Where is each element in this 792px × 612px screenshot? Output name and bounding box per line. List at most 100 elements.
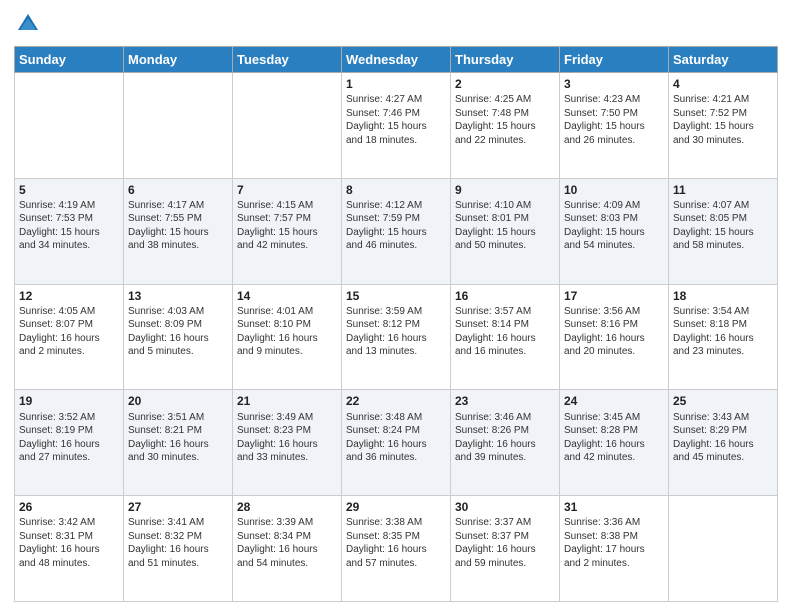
day-number: 5: [19, 182, 119, 198]
calendar-cell: 9Sunrise: 4:10 AMSunset: 8:01 PMDaylight…: [451, 178, 560, 284]
day-number: 6: [128, 182, 228, 198]
day-info: Sunset: 8:21 PM: [128, 424, 228, 438]
day-info: Daylight: 15 hours and 38 minutes.: [128, 226, 228, 253]
day-info: Daylight: 16 hours and 51 minutes.: [128, 543, 228, 570]
day-info: Daylight: 16 hours and 42 minutes.: [564, 438, 664, 465]
day-info: Sunrise: 3:48 AM: [346, 411, 446, 425]
day-info: Daylight: 16 hours and 2 minutes.: [19, 332, 119, 359]
day-info: Sunset: 7:59 PM: [346, 212, 446, 226]
calendar-cell: 23Sunrise: 3:46 AMSunset: 8:26 PMDayligh…: [451, 390, 560, 496]
day-info: Sunrise: 3:52 AM: [19, 411, 119, 425]
day-info: Daylight: 15 hours and 54 minutes.: [564, 226, 664, 253]
day-info: Daylight: 16 hours and 54 minutes.: [237, 543, 337, 570]
day-info: Daylight: 16 hours and 23 minutes.: [673, 332, 773, 359]
calendar-cell: 27Sunrise: 3:41 AMSunset: 8:32 PMDayligh…: [124, 496, 233, 602]
day-info: Daylight: 15 hours and 22 minutes.: [455, 120, 555, 147]
day-info: Sunrise: 3:59 AM: [346, 305, 446, 319]
day-info: Sunrise: 3:42 AM: [19, 516, 119, 530]
day-number: 12: [19, 288, 119, 304]
calendar-cell: 13Sunrise: 4:03 AMSunset: 8:09 PMDayligh…: [124, 284, 233, 390]
day-info: Daylight: 16 hours and 5 minutes.: [128, 332, 228, 359]
calendar-body: 1Sunrise: 4:27 AMSunset: 7:46 PMDaylight…: [15, 73, 778, 602]
day-info: Sunset: 7:48 PM: [455, 107, 555, 121]
day-number: 16: [455, 288, 555, 304]
day-info: Daylight: 16 hours and 20 minutes.: [564, 332, 664, 359]
calendar-header: SundayMondayTuesdayWednesdayThursdayFrid…: [15, 47, 778, 73]
day-info: Daylight: 16 hours and 27 minutes.: [19, 438, 119, 465]
day-number: 3: [564, 76, 664, 92]
day-info: Daylight: 15 hours and 50 minutes.: [455, 226, 555, 253]
day-info: Sunset: 8:03 PM: [564, 212, 664, 226]
day-info: Sunrise: 4:25 AM: [455, 93, 555, 107]
calendar-week-4: 26Sunrise: 3:42 AMSunset: 8:31 PMDayligh…: [15, 496, 778, 602]
calendar-cell: [124, 73, 233, 179]
day-info: Sunrise: 4:12 AM: [346, 199, 446, 213]
day-info: Daylight: 15 hours and 58 minutes.: [673, 226, 773, 253]
day-info: Sunrise: 4:05 AM: [19, 305, 119, 319]
calendar-cell: 30Sunrise: 3:37 AMSunset: 8:37 PMDayligh…: [451, 496, 560, 602]
day-info: Daylight: 16 hours and 39 minutes.: [455, 438, 555, 465]
calendar-cell: [233, 73, 342, 179]
calendar-cell: 20Sunrise: 3:51 AMSunset: 8:21 PMDayligh…: [124, 390, 233, 496]
day-info: Sunset: 8:32 PM: [128, 530, 228, 544]
day-info: Daylight: 16 hours and 36 minutes.: [346, 438, 446, 465]
day-number: 31: [564, 499, 664, 515]
page: SundayMondayTuesdayWednesdayThursdayFrid…: [0, 0, 792, 612]
day-info: Daylight: 16 hours and 45 minutes.: [673, 438, 773, 465]
day-info: Sunset: 7:57 PM: [237, 212, 337, 226]
day-number: 2: [455, 76, 555, 92]
day-info: Daylight: 17 hours and 2 minutes.: [564, 543, 664, 570]
day-info: Sunrise: 3:36 AM: [564, 516, 664, 530]
day-number: 11: [673, 182, 773, 198]
day-number: 30: [455, 499, 555, 515]
day-info: Daylight: 16 hours and 16 minutes.: [455, 332, 555, 359]
day-info: Sunset: 8:26 PM: [455, 424, 555, 438]
calendar-cell: 17Sunrise: 3:56 AMSunset: 8:16 PMDayligh…: [560, 284, 669, 390]
day-info: Sunrise: 3:46 AM: [455, 411, 555, 425]
calendar-cell: 29Sunrise: 3:38 AMSunset: 8:35 PMDayligh…: [342, 496, 451, 602]
day-info: Sunset: 8:24 PM: [346, 424, 446, 438]
day-number: 1: [346, 76, 446, 92]
calendar-cell: 25Sunrise: 3:43 AMSunset: 8:29 PMDayligh…: [669, 390, 778, 496]
weekday-header-thursday: Thursday: [451, 47, 560, 73]
weekday-row: SundayMondayTuesdayWednesdayThursdayFrid…: [15, 47, 778, 73]
day-info: Sunset: 8:01 PM: [455, 212, 555, 226]
day-info: Sunset: 8:12 PM: [346, 318, 446, 332]
day-info: Sunset: 8:23 PM: [237, 424, 337, 438]
calendar-cell: 18Sunrise: 3:54 AMSunset: 8:18 PMDayligh…: [669, 284, 778, 390]
day-info: Daylight: 16 hours and 48 minutes.: [19, 543, 119, 570]
calendar-cell: 4Sunrise: 4:21 AMSunset: 7:52 PMDaylight…: [669, 73, 778, 179]
calendar-cell: 14Sunrise: 4:01 AMSunset: 8:10 PMDayligh…: [233, 284, 342, 390]
day-info: Sunset: 8:07 PM: [19, 318, 119, 332]
day-info: Sunrise: 4:10 AM: [455, 199, 555, 213]
day-info: Sunset: 8:14 PM: [455, 318, 555, 332]
header: [14, 10, 778, 38]
day-info: Daylight: 16 hours and 57 minutes.: [346, 543, 446, 570]
day-info: Sunset: 8:35 PM: [346, 530, 446, 544]
calendar-cell: 28Sunrise: 3:39 AMSunset: 8:34 PMDayligh…: [233, 496, 342, 602]
day-number: 14: [237, 288, 337, 304]
day-info: Sunrise: 4:27 AM: [346, 93, 446, 107]
day-info: Daylight: 15 hours and 46 minutes.: [346, 226, 446, 253]
day-info: Sunrise: 4:19 AM: [19, 199, 119, 213]
day-info: Sunrise: 4:01 AM: [237, 305, 337, 319]
day-info: Sunrise: 4:21 AM: [673, 93, 773, 107]
calendar-cell: 7Sunrise: 4:15 AMSunset: 7:57 PMDaylight…: [233, 178, 342, 284]
day-info: Daylight: 16 hours and 13 minutes.: [346, 332, 446, 359]
day-info: Sunset: 8:16 PM: [564, 318, 664, 332]
weekday-header-sunday: Sunday: [15, 47, 124, 73]
day-number: 10: [564, 182, 664, 198]
day-info: Sunset: 7:55 PM: [128, 212, 228, 226]
day-info: Sunrise: 3:51 AM: [128, 411, 228, 425]
day-info: Daylight: 16 hours and 59 minutes.: [455, 543, 555, 570]
calendar-cell: 16Sunrise: 3:57 AMSunset: 8:14 PMDayligh…: [451, 284, 560, 390]
day-info: Sunrise: 4:15 AM: [237, 199, 337, 213]
calendar-cell: 5Sunrise: 4:19 AMSunset: 7:53 PMDaylight…: [15, 178, 124, 284]
day-info: Sunrise: 3:56 AM: [564, 305, 664, 319]
calendar-week-0: 1Sunrise: 4:27 AMSunset: 7:46 PMDaylight…: [15, 73, 778, 179]
day-number: 24: [564, 393, 664, 409]
day-info: Sunset: 8:34 PM: [237, 530, 337, 544]
day-info: Sunset: 8:05 PM: [673, 212, 773, 226]
day-info: Sunrise: 4:03 AM: [128, 305, 228, 319]
day-info: Daylight: 15 hours and 42 minutes.: [237, 226, 337, 253]
